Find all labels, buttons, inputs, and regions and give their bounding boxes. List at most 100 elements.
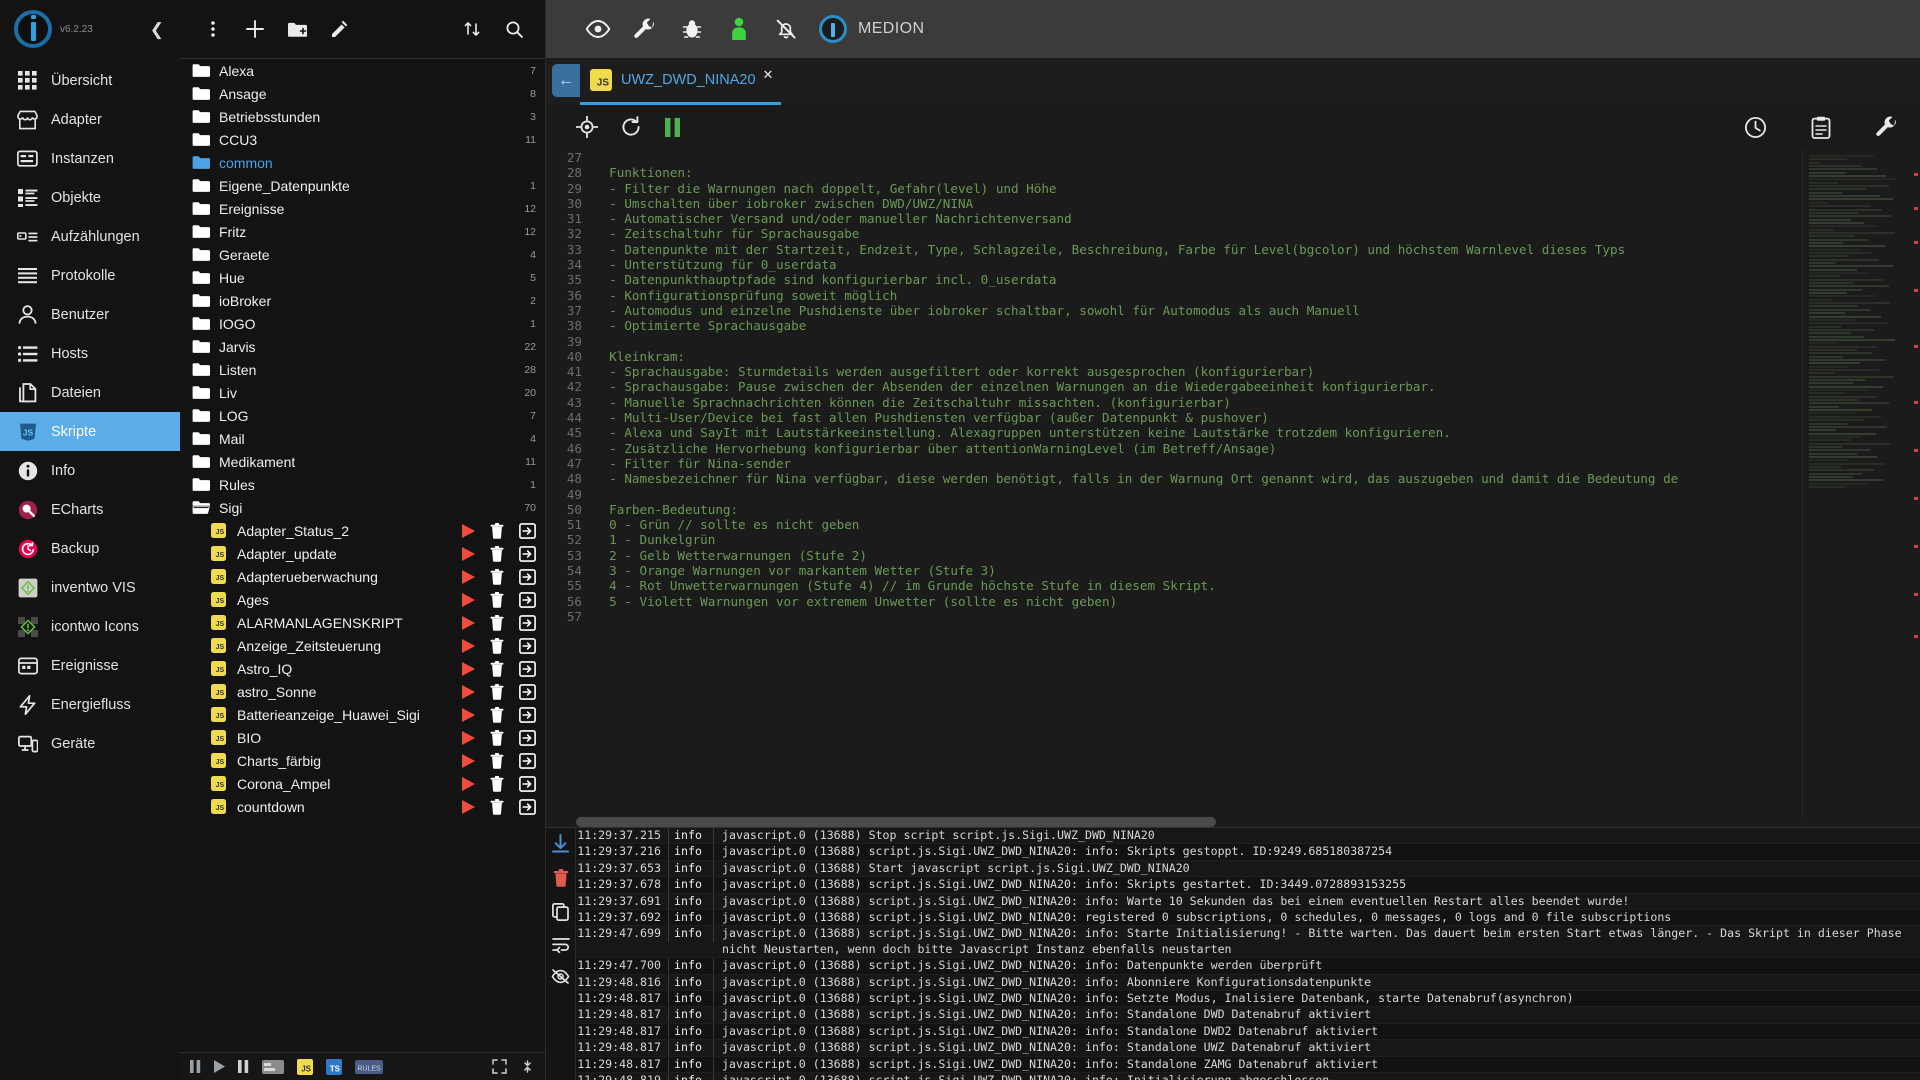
export-icon[interactable]	[519, 522, 536, 539]
pause-icon[interactable]	[664, 117, 681, 137]
tab-uwz-dwd-nina20[interactable]: JS UWZ_DWD_NINA20 ✕	[580, 58, 782, 105]
tree-script-row[interactable]: JS astro_Sonne	[180, 680, 545, 703]
export-icon[interactable]	[519, 568, 536, 585]
trash-icon[interactable]	[490, 591, 504, 608]
sidebar-item-ger-te[interactable]: Geräte	[0, 724, 180, 763]
export-icon[interactable]	[519, 729, 536, 746]
play-icon[interactable]	[462, 661, 475, 676]
tree-script-row[interactable]: JS Charts_färbig	[180, 749, 545, 772]
play-icon[interactable]	[462, 684, 475, 699]
ts-icon[interactable]: TS	[326, 1058, 342, 1075]
tree-folder-row[interactable]: common	[180, 151, 545, 174]
clipboard-icon[interactable]	[1811, 116, 1831, 139]
trash-icon[interactable]	[490, 729, 504, 746]
sidebar-item-inventwo-vis[interactable]: inventwo VIS	[0, 568, 180, 607]
tree-folder-row[interactable]: ioBroker 2	[180, 289, 545, 312]
rename-icon[interactable]	[322, 12, 356, 46]
trash-icon[interactable]	[490, 660, 504, 677]
log-row[interactable]: 11:29:48.817 info javascript.0 (13688) scr…	[576, 991, 1920, 1008]
tree-folder-row[interactable]: Jarvis 22	[180, 335, 545, 358]
add-script-icon[interactable]	[238, 12, 272, 46]
play-icon[interactable]	[462, 707, 475, 722]
export-icon[interactable]	[519, 660, 536, 677]
tree-folder-row[interactable]: Mail 4	[180, 427, 545, 450]
play-icon[interactable]	[462, 753, 475, 768]
tree-folder-row[interactable]: Alexa 7	[180, 59, 545, 82]
code-editor[interactable]: 27 28 Funktionen: 29 - Filter die Warnunge…	[546, 149, 1920, 827]
log-row[interactable]: 11:29:48.817 info javascript.0 (13688) scr…	[576, 1056, 1920, 1074]
log-row[interactable]: 11:29:47.699 info javascript.0 (13688) scr…	[576, 926, 1920, 959]
tree-folder-row[interactable]: Eigene_Datenpunkte 1	[180, 174, 545, 197]
trash-icon[interactable]	[553, 869, 569, 887]
trash-icon[interactable]	[490, 752, 504, 769]
expand-collapse-icon[interactable]	[455, 12, 489, 46]
log-row[interactable]: 11:29:37.691 info javascript.0 (13688) scr…	[576, 893, 1920, 911]
log-row[interactable]: 11:29:48.816 info javascript.0 (13688) scr…	[576, 974, 1920, 992]
tree-script-row[interactable]: JS Adapterueberwachung	[180, 565, 545, 588]
new-folder-icon[interactable]	[280, 12, 314, 46]
pause-all-icon[interactable]	[238, 1060, 249, 1073]
js-icon[interactable]: JS	[297, 1058, 313, 1075]
log-row[interactable]: 11:29:37.216 info javascript.0 (13688) scr…	[576, 844, 1920, 861]
sidebar-item-skripte[interactable]: JS Skripte	[0, 412, 180, 451]
copy-icon[interactable]	[552, 903, 569, 921]
sidebar-item-backup[interactable]: Backup	[0, 529, 180, 568]
sidebar-item-adapter[interactable]: Adapter	[0, 100, 180, 139]
tree-script-row[interactable]: JS Anzeige_Zeitsteuerung	[180, 634, 545, 657]
play-icon[interactable]	[462, 776, 475, 791]
tree-folder-row[interactable]: Betriebsstunden 3	[180, 105, 545, 128]
play-icon[interactable]	[462, 592, 475, 607]
sidebar-item-hosts[interactable]: Hosts	[0, 334, 180, 373]
tab-back-button[interactable]: ←	[552, 64, 580, 97]
eye-icon[interactable]	[574, 6, 621, 53]
tree-folder-row[interactable]: Ereignisse 12	[180, 197, 545, 220]
trash-icon[interactable]	[490, 637, 504, 654]
tree-script-row[interactable]: JS ALARMANLAGENSKRIPT	[180, 611, 545, 634]
code-minimap[interactable]	[1802, 149, 1920, 827]
expand-icon[interactable]	[492, 1059, 507, 1074]
export-icon[interactable]	[519, 637, 536, 654]
export-icon[interactable]	[519, 614, 536, 631]
export-icon[interactable]	[519, 752, 536, 769]
tree-folder-row[interactable]: LOG 7	[180, 404, 545, 427]
trash-icon[interactable]	[490, 522, 504, 539]
export-icon[interactable]	[519, 775, 536, 792]
editor-horizontal-scrollbar[interactable]	[546, 817, 1920, 827]
blockly-icon[interactable]	[262, 1059, 284, 1074]
tree-script-row[interactable]: JS Batterieanzeige_Huawei_Sigi	[180, 703, 545, 726]
scroll-to-bottom-icon[interactable]	[552, 834, 569, 853]
log-row[interactable]: 11:29:37.215 info javascript.0 (13688) Sto…	[576, 828, 1920, 845]
tree-folder-row[interactable]: Medikament 11	[180, 450, 545, 473]
tree-folder-row[interactable]: Listen 28	[180, 358, 545, 381]
tree-script-row[interactable]: JS Adapter_Status_2	[180, 519, 545, 542]
tree-script-row[interactable]: JS BIO	[180, 726, 545, 749]
code-lines[interactable]: 27 28 Funktionen: 29 - Filter die Warnunge…	[546, 149, 1802, 827]
log-row[interactable]: 11:29:48.817 info javascript.0 (13688) scr…	[576, 1007, 1920, 1024]
tree-script-row[interactable]: JS Ages	[180, 588, 545, 611]
bell-off-icon[interactable]	[762, 6, 809, 53]
tree-script-row[interactable]: JS countdown	[180, 795, 545, 818]
sidebar-item--bersicht[interactable]: Übersicht	[0, 61, 180, 100]
sidebar-item-objekte[interactable]: Objekte	[0, 178, 180, 217]
pause-icon[interactable]	[190, 1060, 201, 1073]
bug-icon[interactable]	[668, 6, 715, 53]
tree-folder-row[interactable]: Ansage 8	[180, 82, 545, 105]
play-icon[interactable]	[462, 730, 475, 745]
close-icon[interactable]: ✕	[763, 67, 774, 83]
play-icon[interactable]	[462, 799, 475, 814]
sidebar-item-protokolle[interactable]: Protokolle	[0, 256, 180, 295]
tree-script-row[interactable]: JS Corona_Ampel	[180, 772, 545, 795]
log-entries[interactable]: 11:29:37.215 info javascript.0 (13688) Sto…	[576, 828, 1920, 1080]
sidebar-item-dateien[interactable]: Dateien	[0, 373, 180, 412]
locate-icon[interactable]	[576, 116, 598, 138]
trash-icon[interactable]	[490, 775, 504, 792]
log-row[interactable]: 11:29:37.653 info javascript.0 (13688) Sta…	[576, 860, 1920, 878]
tree-folder-row[interactable]: Geraete 4	[180, 243, 545, 266]
play-icon[interactable]	[462, 615, 475, 630]
sidebar-item-benutzer[interactable]: Benutzer	[0, 295, 180, 334]
more-vertical-icon[interactable]	[196, 12, 230, 46]
tree-script-row[interactable]: JS Adapter_update	[180, 542, 545, 565]
tree-folder-row[interactable]: Rules 1	[180, 473, 545, 496]
script-tree-list[interactable]: Alexa 7 Ansage 8 Betriebsstunden 3 CCU3 11 commo…	[180, 58, 545, 1052]
tree-folder-row[interactable]: Sigi 70	[180, 496, 545, 519]
